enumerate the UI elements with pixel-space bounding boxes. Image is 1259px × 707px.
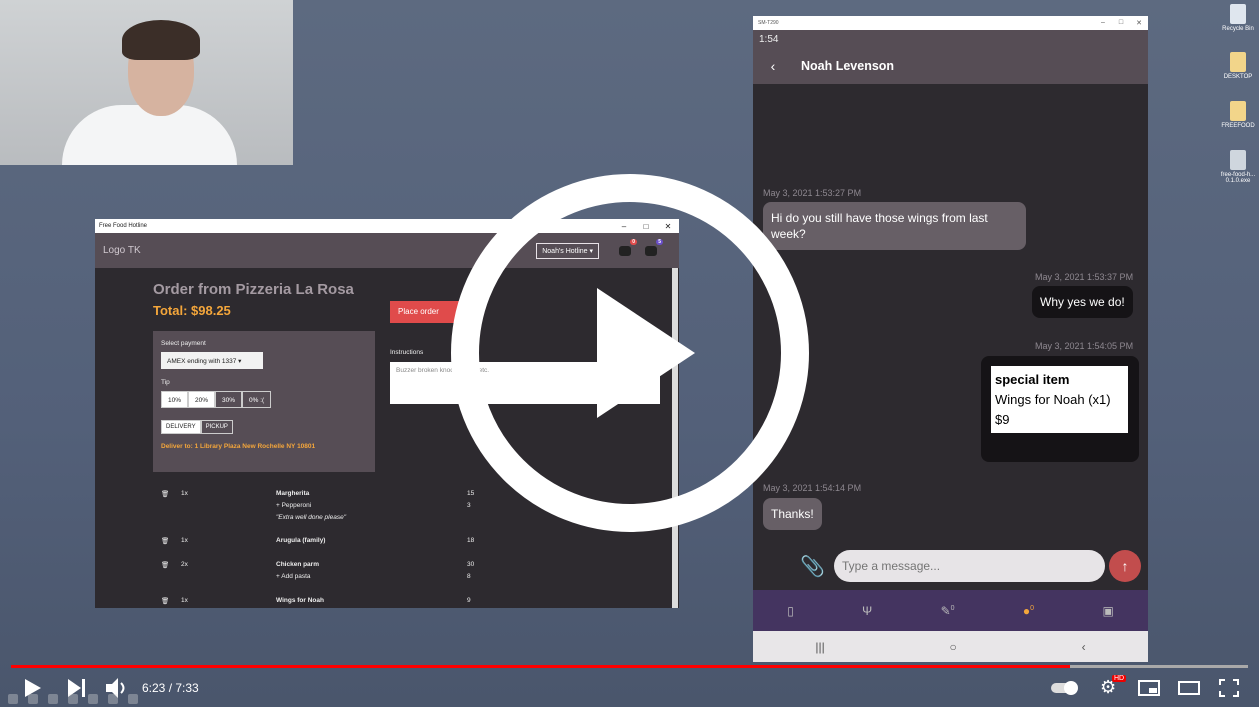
contact-name: Noah Levenson — [801, 59, 895, 73]
task-view-icon[interactable] — [48, 693, 58, 704]
delivery-mode-toggle: DELIVERY PICKUP — [161, 420, 367, 434]
tip-option-20[interactable]: 20% — [188, 391, 216, 408]
trash-icon[interactable]: 🗑 — [161, 597, 169, 605]
order-title: Order from Pizzeria La Rosa — [153, 281, 354, 298]
android-status-bar: 1:54 — [753, 30, 1148, 48]
list-item: 🗑 1x Wings for Noah 9 — [161, 597, 471, 605]
minimize-icon[interactable]: – — [1094, 19, 1112, 27]
instructions-label: Instructions — [390, 349, 424, 356]
start-icon[interactable] — [8, 693, 18, 704]
status-clock: 1:54 — [759, 33, 779, 45]
list-item-extra: + Pepperoni 3 — [276, 502, 471, 509]
special-item-message: special item Wings for Noah (x1) $9 — [981, 356, 1139, 462]
tip-option-30[interactable]: 30% — [215, 391, 243, 408]
tip-option-0[interactable]: 0% :( — [242, 391, 272, 408]
payment-label: Select payment — [161, 340, 206, 347]
pencil-icon[interactable]: ✎0 — [941, 604, 955, 618]
payment-panel: Select payment AMEX ending with 1337 ▾ T… — [153, 331, 375, 472]
close-icon[interactable]: ✕ — [1130, 19, 1148, 27]
recycle-bin-icon — [1230, 4, 1246, 24]
paperclip-icon[interactable]: 📎 — [800, 554, 825, 579]
mail-icon[interactable] — [108, 693, 118, 704]
list-item-extra: + Add pasta 8 — [276, 573, 471, 580]
delivery-option[interactable]: DELIVERY — [161, 420, 201, 434]
phone-icon[interactable]: ▯ — [787, 604, 794, 618]
message-input-bar: 📎 ↑ — [753, 546, 1148, 590]
chat-icon[interactable]: ●0 — [1023, 604, 1034, 618]
desktop-icon-exe[interactable]: free-food-h... 0.1.0.exe — [1218, 150, 1258, 184]
desktop-icon-recycle-bin[interactable]: Recycle Bin — [1218, 4, 1258, 32]
fork-knife-icon[interactable]: Ψ — [862, 604, 872, 618]
list-item-note: "Extra well done please" — [276, 514, 347, 521]
bottom-tab-bar: ▯ Ψ ✎0 ●0 ▣ — [753, 590, 1148, 631]
list-item: 🗑 1x Arugula (family) 18 — [161, 537, 475, 545]
app-exe-icon — [1230, 150, 1246, 170]
payment-dropdown[interactable]: AMEX ending with 1337 ▾ — [161, 352, 263, 369]
list-item: 🗑 2x Chicken parm 30 — [161, 561, 475, 569]
order-total: Total: $98.25 — [153, 303, 231, 318]
send-button[interactable]: ↑ — [1109, 550, 1141, 582]
message-timestamp: May 3, 2021 1:54:05 PM — [1035, 341, 1134, 351]
back-arrow-icon[interactable]: ‹ — [753, 58, 793, 74]
hd-badge: HD — [1112, 675, 1127, 682]
message-timestamp: May 3, 2021 1:53:37 PM — [1035, 272, 1134, 282]
app-window-title: Free Food Hotline — [99, 223, 148, 229]
app-logo: Logo TK — [103, 245, 141, 256]
android-nav-bar: ||| ○ ‹ — [753, 631, 1148, 662]
chat-header: ‹ Noah Levenson — [753, 48, 1148, 84]
back-icon[interactable]: ‹ — [1082, 640, 1086, 654]
home-icon[interactable]: ○ — [950, 640, 957, 654]
windows-taskbar — [0, 690, 1259, 707]
trash-icon[interactable]: 🗑 — [161, 537, 169, 545]
folder-icon — [1230, 101, 1246, 121]
webcam-feed — [0, 0, 293, 165]
folder-icon — [1230, 52, 1246, 72]
emulator-titlebar: SM-T290 – □ ✕ — [753, 16, 1148, 30]
order-items-list: 🗑 1x Margherita 15 + Pepperoni 3 "Extra … — [161, 490, 491, 609]
tip-selector: 10% 20% 30% 0% :( — [161, 391, 367, 408]
app-icon[interactable] — [128, 693, 138, 704]
pickup-option[interactable]: PICKUP — [200, 420, 233, 434]
trash-icon[interactable]: 🗑 — [161, 490, 169, 498]
search-icon[interactable] — [28, 693, 38, 704]
browser-icon[interactable] — [88, 693, 98, 704]
terminal-icon[interactable]: ▣ — [1102, 604, 1113, 618]
message-input[interactable] — [834, 550, 1105, 582]
play-overlay-icon[interactable] — [445, 168, 815, 538]
folder-icon[interactable] — [68, 693, 78, 704]
list-item: 🗑 1x Margherita 15 — [161, 490, 475, 498]
desktop-icon-freefood-folder[interactable]: FREEFOOD — [1218, 101, 1258, 129]
emulator-title: SM-T290 — [758, 20, 779, 26]
tip-option-10[interactable]: 10% — [161, 391, 189, 408]
trash-icon[interactable]: 🗑 — [161, 561, 169, 569]
tip-label: Tip — [161, 379, 170, 386]
special-item-card[interactable]: special item Wings for Noah (x1) $9 — [991, 366, 1128, 433]
deliver-address: Deliver to: 1 Library Plaza New Rochelle… — [161, 443, 316, 450]
desktop-icon-desktop-folder[interactable]: DESKTOP — [1218, 52, 1258, 80]
message-bubble-outgoing: Why yes we do! — [1032, 286, 1133, 318]
maximize-icon[interactable]: □ — [1112, 19, 1130, 27]
recents-icon[interactable]: ||| — [815, 640, 824, 654]
